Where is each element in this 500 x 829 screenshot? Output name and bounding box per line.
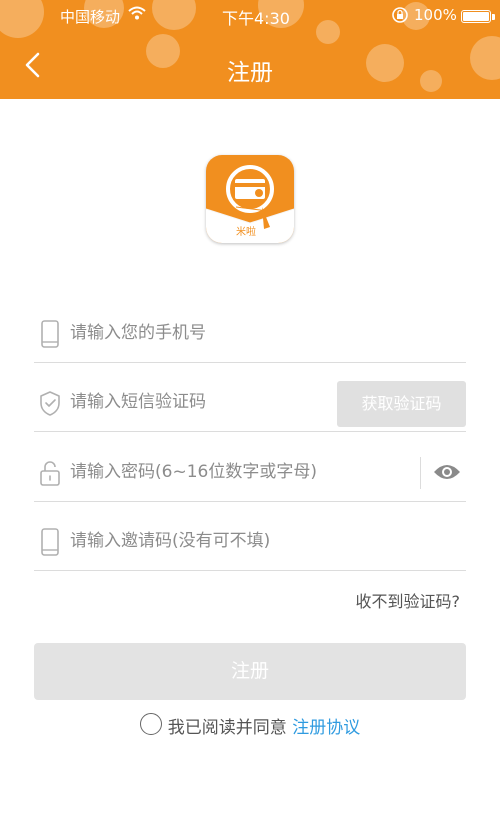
wifi-icon [128, 6, 146, 24]
clock-label: 下午4:30 [222, 9, 290, 28]
agreement-row: 我已阅读并同意 注册协议 [0, 712, 500, 743]
no-code-link[interactable]: 收不到验证码? [356, 588, 461, 612]
battery-percent: 100% [414, 6, 457, 24]
carrier-label: 中国移动 [60, 8, 121, 26]
shield-icon [38, 388, 62, 418]
agreement-text: 我已阅读并同意 [167, 718, 287, 738]
logo-text: 米啦 [236, 225, 256, 238]
password-row [34, 442, 466, 502]
header-bar: 中国移动 下午4:30 100% 注册 [0, 0, 500, 99]
invite-code-input[interactable] [70, 511, 460, 571]
get-code-button[interactable]: 获取验证码 [337, 381, 466, 427]
show-password-eye-icon[interactable] [432, 462, 462, 482]
sms-code-input[interactable] [70, 372, 320, 432]
battery-tip [492, 14, 495, 20]
phone-row [34, 303, 466, 363]
phone-icon [38, 319, 62, 349]
battery-icon [461, 10, 491, 23]
sms-code-row: 获取验证码 [34, 372, 466, 432]
register-button[interactable]: 注册 [34, 643, 466, 700]
page-title: 注册 [227, 60, 273, 86]
invite-code-row [34, 511, 466, 571]
app-logo: 米啦 [206, 155, 294, 243]
rotation-lock-icon [391, 6, 409, 28]
agree-radio[interactable] [139, 712, 162, 735]
phone-input[interactable] [70, 303, 460, 363]
lock-icon [38, 458, 62, 488]
status-bar: 中国移动 下午4:30 100% [0, 0, 500, 32]
password-input[interactable] [70, 442, 410, 502]
agreement-link[interactable]: 注册协议 [292, 718, 360, 738]
divider [420, 457, 421, 489]
phone-icon [38, 527, 62, 557]
